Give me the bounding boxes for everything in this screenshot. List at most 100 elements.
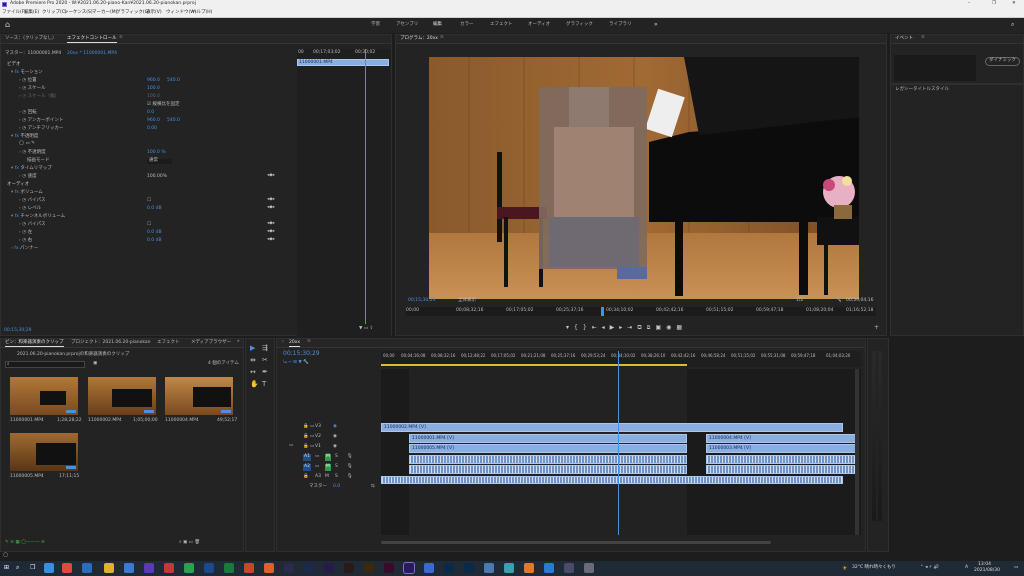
prop-value[interactable]: 0.00: [147, 126, 157, 132]
type-tool-icon[interactable]: T: [262, 381, 266, 388]
prop-value[interactable]: 0.0: [147, 110, 154, 116]
program-timecode[interactable]: 00;15;30;29: [408, 298, 435, 304]
master-clip-label[interactable]: マスター：11000001.MP4: [5, 51, 61, 57]
workspace-color[interactable]: カラー: [460, 22, 474, 28]
eye-icon[interactable]: ◉: [333, 424, 337, 430]
app-icon[interactable]: [184, 563, 194, 573]
firefox-icon[interactable]: [264, 563, 274, 573]
xd-icon[interactable]: [384, 563, 394, 573]
photoshop-icon[interactable]: [304, 563, 314, 573]
app-icon[interactable]: [144, 563, 154, 573]
workspace-effects[interactable]: エフェクト: [490, 22, 513, 28]
app-icon[interactable]: [164, 563, 174, 573]
thumbnail[interactable]: [10, 433, 78, 471]
audio-clip-a2b[interactable]: [706, 465, 856, 474]
menu-marker[interactable]: マーカー(M): [92, 10, 117, 16]
project-footer-right-icons[interactable]: ⌕ ▣ ▭ 🗑: [179, 540, 200, 546]
prop-value[interactable]: 100.0 %: [147, 150, 166, 156]
mic-icon[interactable]: 🎙: [347, 454, 353, 460]
program-playhead[interactable]: [601, 307, 604, 316]
panel-menu-icon[interactable]: ≡: [921, 35, 925, 41]
timeline-tool-icons[interactable]: ⤿ ⌒ ⊞ ▼ 🔧: [283, 360, 309, 366]
pen-tool-icon[interactable]: ✒: [262, 369, 268, 376]
start-icon[interactable]: ⊞: [4, 565, 9, 571]
hand-tool-icon[interactable]: ✋: [250, 381, 259, 388]
illustrator-icon[interactable]: [364, 563, 374, 573]
panel-menu-icon[interactable]: ≡: [119, 35, 123, 41]
level-value[interactable]: 0.0 dB: [147, 206, 162, 212]
thumbnail[interactable]: [88, 377, 156, 415]
keyframe-nav-icon[interactable]: ◂◆▸: [267, 173, 275, 179]
explorer-icon[interactable]: [104, 563, 114, 573]
tab-project[interactable]: プロジェクト：2021.06.20-pianokan: [71, 340, 151, 346]
sequence-tab[interactable]: 20xx: [289, 340, 301, 347]
clip-v2[interactable]: 11000001.MP4 [V]: [409, 434, 687, 443]
workspace-overflow-icon[interactable]: »: [654, 22, 658, 28]
clip-v3[interactable]: 11000002.MP4 [V]: [381, 423, 843, 432]
ime-indicator[interactable]: A: [965, 565, 968, 571]
mute-button[interactable]: M: [325, 454, 331, 461]
workspace-audio[interactable]: オーディオ: [528, 22, 550, 28]
resolution-dropdown[interactable]: 1/2: [796, 298, 803, 304]
task-view-icon[interactable]: ❐: [30, 565, 35, 571]
powerpoint-icon[interactable]: [244, 563, 254, 573]
project-footer-icons[interactable]: ✎ ≡ ▦ ◯——— ≡: [5, 540, 45, 546]
tab-effects[interactable]: エフェクト: [157, 340, 180, 346]
settings-icon[interactable]: 🔧: [836, 298, 842, 304]
mic-icon[interactable]: 🎙: [347, 464, 353, 470]
lightroom-classic-icon[interactable]: [464, 563, 474, 573]
app-icon[interactable]: [504, 563, 514, 573]
weather-text[interactable]: 32°C 晴れ時々くもり: [852, 565, 896, 571]
selection-tool-icon[interactable]: ▶: [250, 345, 255, 352]
app-icon[interactable]: [484, 563, 494, 573]
prop-value[interactable]: 960.0: [147, 78, 160, 84]
home-icon[interactable]: ⌂: [5, 21, 13, 29]
slip-tool-icon[interactable]: ↔: [250, 369, 256, 376]
character-animator-icon[interactable]: [284, 563, 294, 573]
workspace-editing[interactable]: 編集: [433, 22, 442, 28]
mini-clip[interactable]: 11000001.MP4: [297, 59, 389, 66]
menu-help[interactable]: ヘルプ(H): [192, 10, 212, 16]
right-value[interactable]: 0.0 dB: [147, 238, 162, 244]
mini-playhead[interactable]: [365, 49, 366, 324]
solo-button[interactable]: S: [335, 454, 338, 460]
timeline-playhead[interactable]: [618, 351, 619, 535]
app-icon[interactable]: [524, 563, 534, 573]
tray-icons[interactable]: ⌃ ◂ ⚡ 🔊: [920, 565, 939, 571]
menu-file[interactable]: ファイル(F): [2, 10, 26, 16]
menu-sequence[interactable]: シーケンス(S): [64, 10, 93, 16]
overflow-icon[interactable]: »: [237, 339, 240, 345]
timeline-vscroll[interactable]: [855, 369, 859, 535]
eye-icon[interactable]: ◉: [333, 444, 337, 450]
word-icon[interactable]: [204, 563, 214, 573]
sequence-clip-label[interactable]: 20xx * 11000001.MP4: [67, 51, 117, 57]
blend-mode-dropdown[interactable]: 通常: [147, 158, 172, 164]
close-tab-icon[interactable]: ✕: [281, 340, 285, 346]
weather-icon[interactable]: ☀: [842, 566, 847, 572]
close-button[interactable]: ✕: [1012, 1, 1016, 7]
tab-effect-controls[interactable]: エフェクトコントロール: [67, 36, 117, 43]
master-volume[interactable]: 0.0: [333, 484, 340, 490]
workspace-learn[interactable]: 学習: [371, 22, 380, 28]
bridge-icon[interactable]: [344, 563, 354, 573]
filter-icon[interactable]: ▼ ▭ ⇪: [359, 326, 373, 332]
maximize-button[interactable]: ❐: [992, 1, 996, 7]
bypass-checkbox[interactable]: ☐: [147, 222, 151, 228]
audio-clip-a2[interactable]: [409, 465, 687, 474]
bypass-checkbox[interactable]: ☐: [147, 198, 151, 204]
thumbnail[interactable]: [165, 377, 233, 415]
audio-clip-a1b[interactable]: [706, 455, 856, 464]
tab-bin[interactable]: ビン：和楽器演奏のクリップ: [5, 340, 64, 347]
search-help-icon[interactable]: ⌕: [1011, 22, 1014, 28]
lightroom-icon[interactable]: [444, 563, 454, 573]
track-area[interactable]: 11000002.MP4 [V] 11000001.MP4 [V] 110000…: [381, 351, 861, 535]
excel-icon[interactable]: [224, 563, 234, 573]
tab-media-browser[interactable]: メディアブラウザー: [191, 340, 231, 346]
left-value[interactable]: 0.0 dB: [147, 230, 162, 236]
panel-menu-icon[interactable]: ≡: [440, 35, 444, 41]
app-icon[interactable]: [124, 563, 134, 573]
workspace-graphics[interactable]: グラフィック: [566, 22, 593, 28]
app-icon[interactable]: [584, 563, 594, 573]
premiere-taskbar-icon[interactable]: [403, 562, 415, 574]
chrome-icon[interactable]: [62, 563, 72, 573]
